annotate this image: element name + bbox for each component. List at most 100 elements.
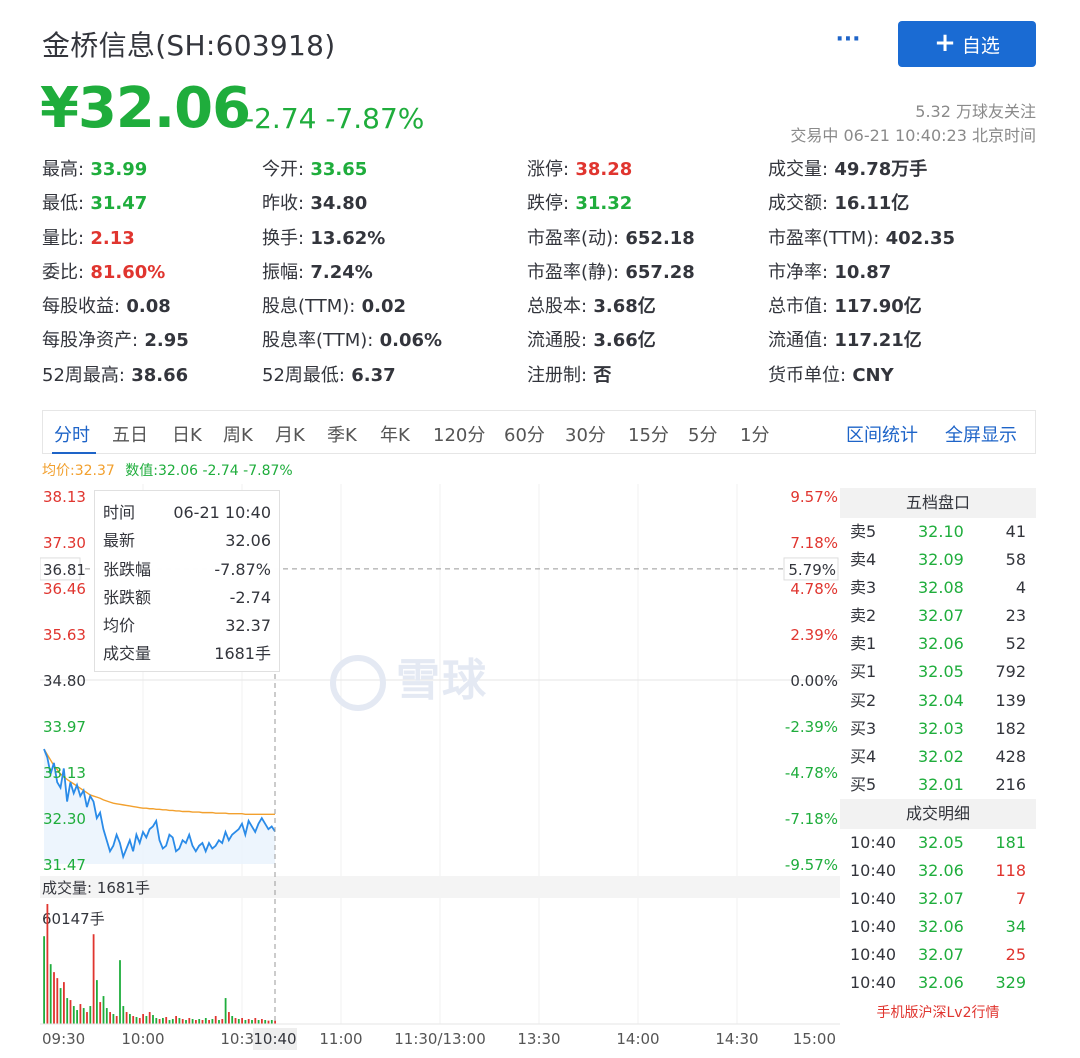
follower-count[interactable]: 5.32 万球友关注 [915, 98, 1036, 122]
volume-bar [92, 934, 95, 1024]
quote-label: 股息率(TTM): [262, 330, 374, 352]
tooltip-key: 时间 [103, 503, 136, 522]
quote-label: 市盈率(静): [527, 261, 620, 283]
y-tick-right: 9.57% [790, 488, 838, 506]
volume-bar [178, 1018, 181, 1024]
trading-status: 交易中 06-21 10:40:23 北京时间 [790, 126, 1036, 145]
volume-bar [237, 1019, 240, 1024]
volume-bar [89, 1006, 92, 1024]
volume-bar [168, 1020, 171, 1024]
order-book-row: 买3 32.03 182 [840, 715, 1036, 743]
fullscreen-link[interactable]: 全屏显示 [945, 421, 1017, 447]
add-watchlist-button[interactable]: + 自选 [898, 21, 1036, 67]
volume-bar [112, 1014, 115, 1024]
tooltip-row: 成交量 1681手 [103, 640, 271, 668]
quote-value: 2.13 [84, 227, 135, 249]
tab-1[interactable]: 五日 [112, 421, 148, 447]
quote-label: 跌停: [527, 193, 570, 215]
quote-row: 最低: 31.47 昨收: 34.80 跌停: 31.32 成交额: 16.11亿 [42, 191, 1042, 225]
volume-bar [56, 978, 59, 1024]
quote-cell: 总市值: 117.90亿 [768, 294, 922, 320]
order-book-row: 买5 32.01 216 [840, 771, 1036, 799]
quote-label: 市盈率(动): [527, 227, 620, 249]
volume-bar [175, 1016, 177, 1024]
tab-10[interactable]: 15分 [628, 421, 669, 447]
volume-header-band [40, 876, 840, 898]
volume-bar [72, 1006, 75, 1024]
book-price: 32.04 [918, 690, 964, 710]
crosshair-pct-label: 5.79% [788, 561, 836, 579]
volume-bar [79, 1004, 82, 1024]
quote-value: 2.95 [138, 330, 189, 352]
tab-9[interactable]: 30分 [565, 421, 606, 447]
tab-3[interactable]: 周K [223, 421, 253, 447]
more-options-icon[interactable]: ··· [834, 22, 862, 58]
volume-bar [138, 1018, 141, 1024]
quote-value: 16.11亿 [828, 193, 910, 215]
quote-label: 总股本: [527, 296, 588, 318]
stock-title: 金桥信息(SH:603918) [42, 29, 336, 62]
volume-bar [63, 982, 65, 1024]
lv2-link[interactable]: 手机版沪深Lv2行情 [840, 1002, 1036, 1022]
y-tick-left: 33.97 [43, 718, 86, 736]
tab-5[interactable]: 季K [327, 421, 357, 447]
volume-bar [148, 1012, 151, 1024]
x-tick: 15:00 [793, 1030, 836, 1048]
tab-11[interactable]: 5分 [688, 421, 717, 447]
volume-bar [270, 1020, 273, 1024]
tab-4[interactable]: 月K [275, 421, 305, 447]
book-qty: 792 [995, 662, 1026, 682]
quote-label: 52周最高: [42, 364, 125, 386]
quote-label: 振幅: [262, 261, 305, 283]
range-stats-link[interactable]: 区间统计 [846, 421, 918, 447]
book-qty: 52 [1005, 634, 1026, 654]
volume-bar [208, 1020, 210, 1024]
trade-row: 10:40 32.05 181 [840, 829, 1036, 857]
volume-bar [165, 1017, 168, 1024]
trade-time: 10:40 [850, 917, 897, 937]
volume-bar [247, 1019, 250, 1024]
x-tick: 13:30 [517, 1030, 560, 1048]
volume-bar [109, 1012, 111, 1024]
x-tick: 11:30/13:00 [394, 1030, 486, 1048]
trade-row: 10:40 32.07 7 [840, 885, 1036, 913]
quote-cell: 今开: 33.65 [262, 157, 367, 183]
volume-bar [201, 1020, 204, 1024]
tab-7[interactable]: 120分 [433, 421, 485, 447]
quote-value: 117.90亿 [828, 296, 922, 318]
current-value-label: 数值:32.06 -2.74 -7.87% [125, 463, 293, 479]
volume-bar [59, 988, 62, 1024]
x-tick: 14:30 [715, 1030, 758, 1048]
volume-bar [135, 1017, 138, 1024]
quote-row: 52周最高: 38.66 52周最低: 6.37 注册制: 否 货币单位: CNY [42, 363, 1042, 397]
tooltip-row: 时间 06-21 10:40 [103, 499, 271, 527]
tab-8[interactable]: 60分 [504, 421, 545, 447]
volume-bar [142, 1014, 144, 1024]
tab-2[interactable]: 日K [172, 421, 202, 447]
quote-value: 49.78万手 [828, 159, 928, 180]
volume-bar [155, 1018, 158, 1024]
trade-price: 32.05 [918, 832, 964, 852]
quote-label: 货币单位: [768, 364, 847, 386]
book-qty: 139 [995, 690, 1026, 710]
tab-0[interactable]: 分时 [54, 421, 90, 447]
tooltip-key: 均价 [103, 616, 136, 636]
trade-row: 10:40 32.06 329 [840, 969, 1036, 997]
quote-cell: 跌停: 31.32 [527, 191, 632, 217]
tab-12[interactable]: 1分 [740, 421, 769, 447]
tab-6[interactable]: 年K [380, 421, 410, 447]
y-tick-right: -9.57% [785, 856, 838, 874]
volume-bar [257, 1020, 260, 1024]
chart-tabs: 分时 五日 日K 周K 月K 季K 年K 120分 60分 30分 15分 5分 1分 区间统计 全屏显示 [42, 410, 1036, 454]
volume-bar [171, 1019, 174, 1024]
tooltip-row: 最新 32.06 [103, 527, 271, 555]
volume-bar [102, 996, 105, 1024]
book-side: 卖4 [850, 550, 877, 570]
trade-price: 32.06 [918, 973, 964, 993]
quote-cell: 振幅: 7.24% [262, 260, 373, 286]
volume-bar [53, 972, 55, 1024]
trade-time: 10:40 [850, 861, 897, 881]
quote-cell: 52周最高: 38.66 [42, 363, 188, 389]
quote-value: 6.37 [344, 364, 396, 386]
avg-price-label: 均价:32.37 [42, 463, 115, 479]
